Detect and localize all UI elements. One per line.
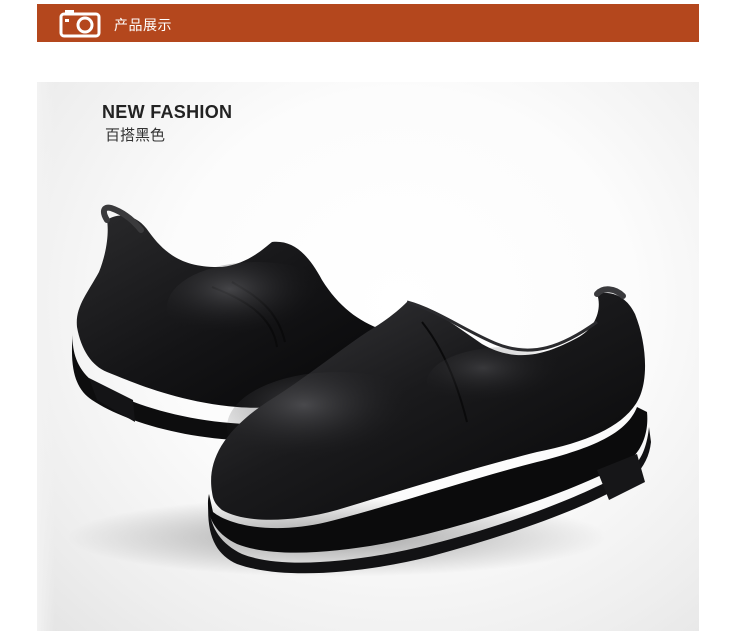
- shoe-pair-image: [67, 204, 651, 577]
- section-header: 产品展示: [37, 4, 699, 42]
- camera-icon: [59, 10, 101, 38]
- product-detail-page: 产品展示 NEW FASHION 百搭黑色: [0, 0, 739, 631]
- product-photo: NEW FASHION 百搭黑色: [37, 82, 699, 631]
- section-title: 产品展示: [114, 18, 172, 34]
